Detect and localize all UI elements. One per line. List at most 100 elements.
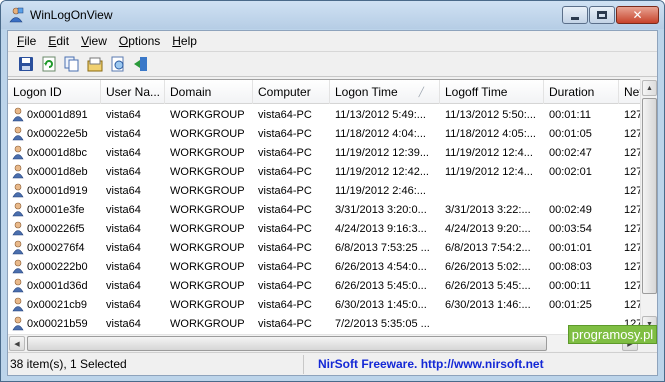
maximize-button[interactable] bbox=[589, 6, 615, 24]
scroll-up-button[interactable]: ▲ bbox=[642, 80, 657, 96]
table-cell: 00:08:03 bbox=[544, 261, 619, 273]
table-cell: 00:01:01 bbox=[544, 242, 619, 254]
table-cell: vista64 bbox=[101, 223, 165, 235]
title-bar[interactable]: WinLogOnView ✕ bbox=[1, 1, 664, 29]
table-cell: 6/26/2013 5:02:... bbox=[440, 261, 544, 273]
cell-text: 0x00021b59 bbox=[27, 317, 88, 330]
table-row[interactable]: 0x0001d8bc vista64 WORKGROUP vista64-PC 11/1… bbox=[8, 143, 657, 162]
table-row[interactable]: 0x00022e5b vista64 WORKGROUP vista64-PC 11/1… bbox=[8, 124, 657, 143]
table-cell: 6/8/2013 7:54:2... bbox=[440, 242, 544, 254]
minimize-button[interactable] bbox=[562, 6, 588, 24]
table-cell: 4/24/2013 9:20:... bbox=[440, 223, 544, 235]
cell-text: WORKGROUP bbox=[170, 184, 245, 197]
table-cell: 3/31/2013 3:20:0... bbox=[330, 204, 440, 216]
menu-accelerator: O bbox=[118, 33, 129, 48]
table-row[interactable]: 0x00021b59 vista64 WORKGROUP vista64-PC 7/2/… bbox=[8, 314, 657, 333]
table-cell: vista64 bbox=[101, 147, 165, 159]
column-header[interactable]: Logoff Time bbox=[440, 80, 544, 104]
table-cell: 00:01:11 bbox=[544, 109, 619, 121]
table-cell: 6/8/2013 7:53:25 ... bbox=[330, 242, 440, 254]
table-row[interactable]: 0x0001e3fe vista64 WORKGROUP vista64-PC 3/31… bbox=[8, 200, 657, 219]
exit-icon[interactable] bbox=[133, 56, 149, 72]
cell-text: vista64 bbox=[106, 279, 141, 292]
table-cell: WORKGROUP bbox=[165, 128, 253, 140]
menu-item-file[interactable]: File bbox=[11, 34, 42, 48]
table-cell: 11/19/2012 12:4... bbox=[440, 147, 544, 159]
cell-text: WORKGROUP bbox=[170, 203, 245, 216]
horizontal-scrollbar[interactable]: ◀ ▶ bbox=[8, 334, 640, 351]
table-row[interactable]: 0x000276f4 vista64 WORKGROUP vista64-PC 6/8/… bbox=[8, 238, 657, 257]
table-cell: WORKGROUP bbox=[165, 318, 253, 330]
table-row[interactable]: 0x0001d36d vista64 WORKGROUP vista64-PC 6/26… bbox=[8, 276, 657, 295]
cell-text: 00:01:05 bbox=[549, 127, 592, 140]
html-report-icon[interactable] bbox=[110, 56, 126, 72]
menu-accelerator: V bbox=[81, 33, 89, 48]
table-cell: 0x000226f5 bbox=[8, 221, 101, 236]
user-icon bbox=[12, 183, 24, 198]
cell-text: 0x00022e5b bbox=[27, 127, 88, 140]
menu-item-help[interactable]: Help bbox=[166, 34, 203, 48]
table-cell: 0x0001d36d bbox=[8, 278, 101, 293]
refresh-icon[interactable] bbox=[41, 56, 57, 72]
cell-text: vista64 bbox=[106, 203, 141, 216]
column-header[interactable]: Duration bbox=[544, 80, 619, 104]
menu-label: dit bbox=[56, 33, 70, 48]
table-cell: 00:01:05 bbox=[544, 128, 619, 140]
menu-item-view[interactable]: View bbox=[75, 34, 113, 48]
save-icon[interactable] bbox=[18, 56, 34, 72]
table-row[interactable]: 0x0001d8eb vista64 WORKGROUP vista64-PC 11/1… bbox=[8, 162, 657, 181]
table-cell: vista64-PC bbox=[253, 109, 330, 121]
table-row[interactable]: 0x0001d919 vista64 WORKGROUP vista64-PC 11/1… bbox=[8, 181, 657, 200]
table-cell: vista64 bbox=[101, 204, 165, 216]
column-header[interactable]: User Na... bbox=[101, 80, 165, 104]
cell-text: 6/26/2013 4:54:0... bbox=[335, 260, 427, 273]
menu-item-edit[interactable]: Edit bbox=[42, 34, 75, 48]
client-area: File Edit View Options Help Logon ID User Na bbox=[7, 30, 658, 376]
vertical-scrollbar[interactable]: ▲ ▼ bbox=[640, 79, 657, 334]
table-cell: vista64-PC bbox=[253, 280, 330, 292]
app-icon bbox=[8, 7, 24, 23]
arrow-left-icon: ◀ bbox=[14, 340, 20, 348]
cell-text: 0x000222b0 bbox=[27, 260, 88, 273]
table-cell: 6/30/2013 1:46:... bbox=[440, 299, 544, 311]
table-row[interactable]: 0x000226f5 vista64 WORKGROUP vista64-PC 4/24… bbox=[8, 219, 657, 238]
table-row[interactable]: 0x0001d891 vista64 WORKGROUP vista64-PC 11/1… bbox=[8, 105, 657, 124]
horizontal-scroll-thumb[interactable] bbox=[27, 336, 547, 351]
cell-text: 0x000226f5 bbox=[27, 222, 85, 235]
menu-item-options[interactable]: Options bbox=[113, 34, 166, 48]
table-row[interactable]: 0x00021cb9 vista64 WORKGROUP vista64-PC 6/30… bbox=[8, 295, 657, 314]
cell-text: vista64 bbox=[106, 317, 141, 330]
logon-list[interactable]: Logon ID User Na... Domain Computer Logon Ti… bbox=[8, 79, 657, 351]
menu-bar: File Edit View Options Help bbox=[8, 31, 657, 50]
scroll-left-button[interactable]: ◀ bbox=[9, 336, 25, 351]
table-cell: 0x000276f4 bbox=[8, 240, 101, 255]
table-row[interactable]: 0x000222b0 vista64 WORKGROUP vista64-PC 6/26… bbox=[8, 257, 657, 276]
table-cell: 0x00021b59 bbox=[8, 316, 101, 331]
properties-icon[interactable] bbox=[87, 56, 103, 72]
cell-text: 11/19/2012 12:4... bbox=[445, 165, 533, 178]
cell-text: 11/18/2012 4:04:... bbox=[335, 127, 426, 140]
close-button[interactable]: ✕ bbox=[616, 6, 659, 24]
table-cell: 6/26/2013 4:54:0... bbox=[330, 261, 440, 273]
table-cell: 11/18/2012 4:04:... bbox=[330, 128, 440, 140]
cell-text: WORKGROUP bbox=[170, 108, 245, 121]
copy-icon[interactable] bbox=[64, 56, 80, 72]
cell-text: vista64-PC bbox=[258, 317, 312, 330]
table-cell: vista64-PC bbox=[253, 128, 330, 140]
close-icon: ✕ bbox=[632, 8, 643, 22]
vertical-scroll-thumb[interactable] bbox=[642, 98, 657, 294]
cell-text: 00:01:11 bbox=[549, 108, 592, 121]
column-header[interactable]: Logon Time ╱ bbox=[330, 80, 440, 104]
column-header[interactable]: Logon ID bbox=[8, 80, 101, 104]
cell-text: 6/8/2013 7:53:25 ... bbox=[335, 241, 430, 254]
cell-text: 4/24/2013 9:20:... bbox=[445, 222, 531, 235]
cell-text: vista64 bbox=[106, 184, 141, 197]
table-cell: 0x0001e3fe bbox=[8, 202, 101, 217]
column-header[interactable]: Domain bbox=[165, 80, 253, 104]
table-cell: vista64 bbox=[101, 242, 165, 254]
nirsoft-link[interactable]: NirSoft Freeware. http://www.nirsoft.net bbox=[318, 357, 544, 371]
user-icon bbox=[12, 164, 24, 179]
column-header[interactable]: Computer bbox=[253, 80, 330, 104]
table-cell: WORKGROUP bbox=[165, 109, 253, 121]
table-cell: 11/18/2012 4:05:... bbox=[440, 128, 544, 140]
